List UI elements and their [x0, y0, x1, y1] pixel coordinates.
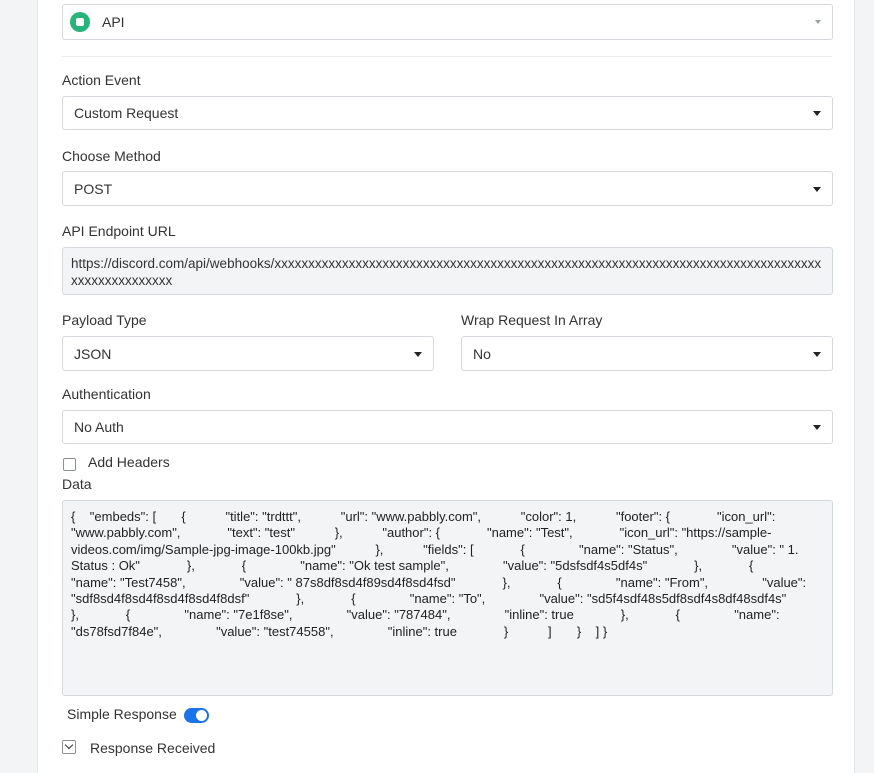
choose-method-select[interactable]: POST [62, 171, 833, 206]
chevron-down-icon [64, 740, 74, 750]
choose-method-value: POST [74, 180, 113, 197]
payload-type-label: Payload Type [62, 312, 147, 328]
app-select[interactable]: API [62, 4, 833, 40]
chevron-down-icon [813, 425, 821, 430]
authentication-label: Authentication [62, 386, 151, 402]
action-event-label: Action Event [62, 72, 141, 88]
chevron-down-icon [815, 20, 821, 24]
response-received-expand[interactable] [62, 740, 76, 754]
simple-response-label: Simple Response [67, 706, 177, 722]
toggle-knob [196, 710, 207, 721]
app-select-value: API [102, 14, 125, 30]
divider [62, 56, 832, 57]
add-headers-label: Add Headers [88, 454, 170, 470]
api-app-icon [70, 12, 90, 32]
response-received-label: Response Received [90, 740, 216, 756]
wrap-request-label: Wrap Request In Array [461, 312, 603, 328]
authentication-value: No Auth [74, 419, 124, 435]
choose-method-label: Choose Method [62, 148, 161, 164]
add-headers-checkbox[interactable] [63, 458, 76, 471]
simple-response-toggle[interactable] [184, 708, 209, 723]
action-event-select[interactable]: Custom Request [62, 96, 833, 130]
wrap-request-select[interactable]: No [461, 336, 833, 371]
endpoint-url-field[interactable]: https://discord.com/api/webhooks/xxxxxxx… [62, 247, 833, 295]
payload-type-select[interactable]: JSON [62, 336, 434, 371]
wrap-request-value: No [473, 345, 491, 362]
authentication-select[interactable]: No Auth [62, 410, 833, 444]
action-config-card: API Action Event Custom Request Choose M… [37, 0, 855, 773]
endpoint-label: API Endpoint URL [62, 223, 176, 239]
chevron-down-icon [813, 351, 821, 357]
chevron-down-icon [414, 351, 422, 357]
payload-type-value: JSON [74, 345, 112, 362]
action-event-value: Custom Request [74, 105, 179, 121]
data-textarea[interactable]: { "embeds": [ { "title": "trdttt", "url"… [62, 500, 833, 696]
data-label: Data [62, 476, 92, 492]
chevron-down-icon [813, 111, 821, 116]
chevron-down-icon [813, 186, 821, 192]
